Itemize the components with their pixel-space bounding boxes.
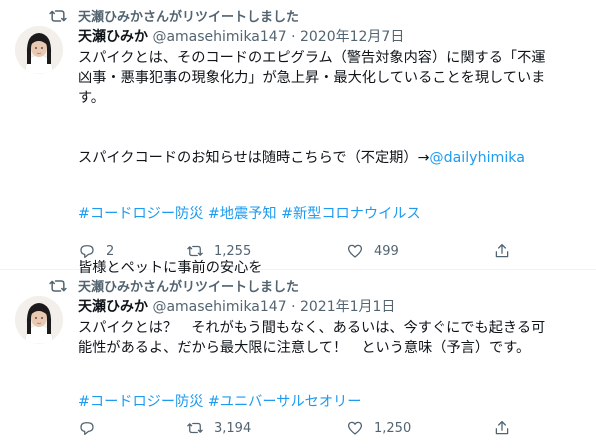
hashtag-link[interactable]: #コードロジー防災: [78, 394, 203, 410]
retweet-icon: [187, 245, 203, 257]
like-count: 1,250: [374, 420, 412, 436]
like-icon: [347, 421, 363, 435]
text-line: す。: [78, 90, 105, 106]
mention-link[interactable]: @dailyhimika: [429, 150, 525, 166]
tweet-date[interactable]: 2020年12月7日: [300, 29, 404, 45]
avatar[interactable]: [15, 296, 63, 344]
retweet-label[interactable]: 天瀬ひみかさんがリツイートしました: [78, 276, 299, 295]
tweet-card[interactable]: 天瀬ひみかさんがリツイートしました 天瀬ひみか @amasehimika147 …: [0, 0, 596, 276]
author-handle[interactable]: @amasehimika147: [152, 299, 286, 315]
retweet-count: 1,255: [214, 243, 252, 259]
notice-text: スパイクコードのお知らせは随時こちらで（不定期）→: [78, 150, 430, 166]
retweet-icon: [49, 280, 67, 292]
tweet-text: スパイクとは？ それがもう間もなく、あるいは、今すぐにでも起きる可 能性があるよ…: [78, 318, 583, 412]
hashtag-line: #コードロジー防災 #ユニバーサルセオリー: [78, 392, 583, 412]
retweet-icon: [187, 422, 203, 434]
tweet-actions: 3,194 1,250: [78, 418, 583, 438]
reply-button[interactable]: 2: [78, 241, 114, 261]
hashtag-link[interactable]: #ユニバーサルセオリー: [208, 394, 361, 410]
like-button[interactable]: 499: [346, 241, 399, 261]
text-line: スパイクとは、そのコードのエピグラム（警告対象内容）に関する「不運: [78, 50, 546, 66]
author-handle[interactable]: @amasehimika147: [152, 29, 286, 45]
retweet-label[interactable]: 天瀬ひみかさんがリツイートしました: [78, 6, 299, 25]
tweet-date[interactable]: 2021年1月1日: [300, 299, 395, 315]
reply-count: 2: [106, 243, 115, 259]
like-button[interactable]: 1,250: [346, 418, 411, 438]
share-icon: [495, 420, 509, 435]
hashtag-link[interactable]: #コードロジー防災: [78, 206, 203, 222]
retweet-button[interactable]: 1,255: [186, 241, 251, 261]
text-line: 能性があるよ、だから最大限に注意して！ という意味（予言）です。: [78, 340, 531, 356]
like-count: 499: [374, 243, 399, 259]
text-line: スパイクとは？ それがもう間もなく、あるいは、今すぐにでも起きる可: [78, 320, 546, 336]
share-button[interactable]: [493, 418, 511, 438]
retweet-count: 3,194: [214, 420, 252, 436]
reply-icon: [80, 422, 94, 436]
retweet-icon: [49, 10, 67, 22]
header-separator: ·: [291, 299, 296, 315]
hashtag-line: #コードロジー防災 #地震予知 #新型コロナウイルス: [78, 204, 583, 224]
tweet-actions: 2 1,255 499: [78, 241, 583, 261]
reply-icon: [80, 245, 94, 259]
header-separator: ·: [291, 29, 296, 45]
tweet-header: 天瀬ひみか @amasehimika147 · 2021年1月1日: [78, 296, 395, 316]
notice-line: スパイクコードのお知らせは随時こちらで（不定期）→@dailyhimika: [78, 148, 583, 168]
reply-button[interactable]: [78, 418, 106, 438]
author-name[interactable]: 天瀬ひみか: [78, 299, 148, 315]
avatar[interactable]: [15, 26, 63, 74]
tweet-card[interactable]: 天瀬ひみかさんがリツイートしました 天瀬ひみか @amasehimika147 …: [0, 270, 596, 448]
share-button[interactable]: [493, 241, 511, 261]
hashtag-link[interactable]: #新型コロナウイルス: [281, 206, 421, 222]
text-line: 凶事・悪事犯事の現象化力」が急上昇・最大化していることを現していま: [78, 70, 546, 86]
retweet-button[interactable]: 3,194: [186, 418, 251, 438]
like-icon: [347, 244, 363, 258]
author-name[interactable]: 天瀬ひみか: [78, 29, 148, 45]
share-icon: [495, 243, 509, 258]
tweet-header: 天瀬ひみか @amasehimika147 · 2020年12月7日: [78, 26, 404, 46]
hashtag-link[interactable]: #地震予知: [208, 206, 277, 222]
